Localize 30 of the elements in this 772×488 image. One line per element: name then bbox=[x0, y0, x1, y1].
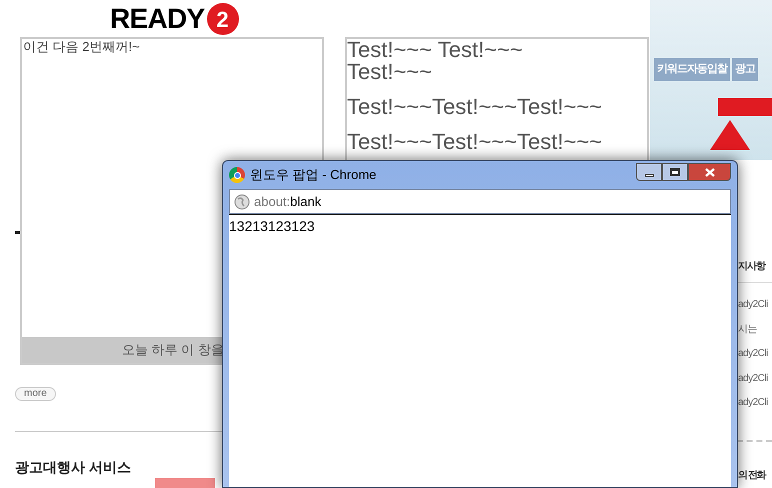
notice-item[interactable]: 시는 bbox=[738, 322, 757, 336]
close-today-link[interactable]: 오늘 하루 이 창을 bbox=[122, 340, 224, 360]
window-title: 윈도우 팝업 - Chrome bbox=[250, 166, 376, 184]
notice-item[interactable]: ady2Cli bbox=[738, 370, 768, 386]
popup-text: 이건 다음 2번째꺼!~ bbox=[22, 39, 141, 55]
section-title: 의 전화 bbox=[738, 469, 765, 483]
banner-image bbox=[155, 478, 215, 488]
notice-item[interactable]: ady2Cli bbox=[738, 297, 768, 312]
minimize-icon bbox=[644, 174, 654, 177]
maximize-icon bbox=[670, 168, 680, 176]
banner-graphic bbox=[718, 98, 772, 116]
logo-badge: 2 bbox=[206, 3, 239, 35]
notice-item[interactable]: ady2Cli bbox=[738, 346, 768, 361]
address-text: about:blank bbox=[254, 192, 322, 211]
close-button[interactable] bbox=[688, 163, 731, 181]
chrome-icon bbox=[229, 167, 245, 183]
close-icon bbox=[704, 168, 714, 176]
page-text: 13213123123 bbox=[229, 218, 315, 234]
popup-text: Test!~~~Test!~~~Test!~~~ bbox=[347, 131, 604, 153]
more-button[interactable]: more bbox=[15, 387, 56, 401]
globe-icon bbox=[234, 194, 250, 210]
popup-text: Test!~~~Test!~~~Test!~~~ bbox=[347, 96, 604, 118]
maximize-button[interactable] bbox=[662, 163, 688, 181]
section-title: 광고대행사 서비스 bbox=[15, 458, 131, 477]
address-bar[interactable]: about:blank bbox=[229, 189, 731, 214]
notice-item[interactable]: ady2Cli bbox=[738, 395, 768, 410]
logo-text: READY bbox=[110, 5, 205, 33]
popup-text: Test!~~~ Test!~~~ Test!~~~ bbox=[347, 39, 524, 83]
section-title: 지사항 bbox=[738, 260, 765, 274]
minimize-button[interactable] bbox=[636, 163, 662, 181]
